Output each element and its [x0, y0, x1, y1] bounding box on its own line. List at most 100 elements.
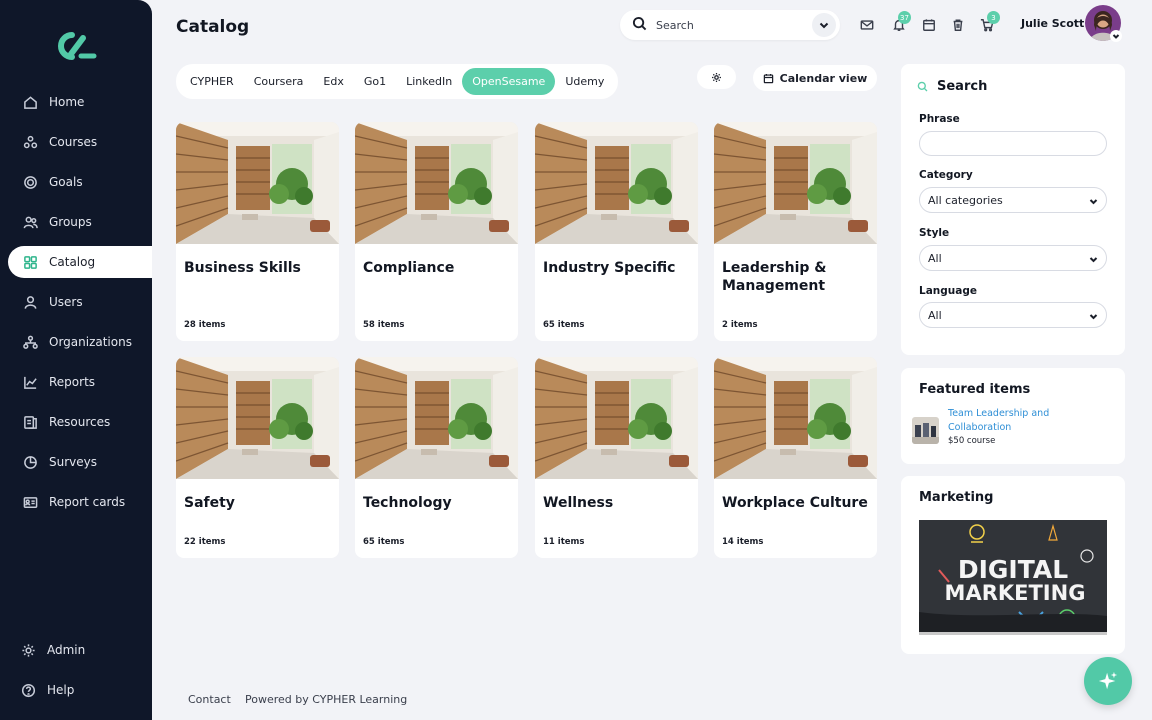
sidebar-item-courses[interactable]: Courses — [8, 126, 152, 158]
category-count: 11 items — [543, 537, 585, 547]
category-title: Industry Specific — [543, 260, 676, 276]
mail-icon[interactable] — [859, 17, 875, 33]
category-count: 22 items — [184, 537, 226, 547]
sidebar-item-reports[interactable]: Reports — [8, 366, 152, 398]
sidebar-item-label: Report cards — [49, 495, 126, 509]
sidebar-item-label: Help — [47, 683, 75, 697]
category-title: Leadership & Management — [722, 260, 827, 294]
chevron-down-icon — [1089, 196, 1098, 205]
category-card-safety[interactable]: Safety 22 items — [176, 357, 339, 558]
tab-cypher[interactable]: CYPHER — [180, 68, 244, 95]
sidebar-item-goals[interactable]: Goals — [8, 166, 152, 198]
courses-icon — [22, 134, 38, 150]
page-title: Catalog — [176, 17, 250, 37]
sidebar-item-help[interactable]: Help — [8, 674, 152, 706]
sidebar-item-surveys[interactable]: Surveys — [8, 446, 152, 478]
sidebar-item-admin[interactable]: Admin — [8, 634, 152, 666]
goals-icon — [22, 174, 38, 190]
organizations-icon — [22, 334, 38, 350]
sidebar-item-report-cards[interactable]: Report cards — [8, 486, 152, 518]
category-card-compliance[interactable]: Compliance 58 items — [355, 122, 518, 341]
tab-edx[interactable]: Edx — [313, 68, 353, 95]
sidebar-item-groups[interactable]: Groups — [8, 206, 152, 238]
trash-icon[interactable] — [950, 17, 966, 33]
gear-icon — [712, 72, 721, 82]
category-count: 65 items — [363, 537, 405, 547]
library-image — [355, 122, 518, 244]
sidebar-item-label: Admin — [47, 643, 86, 657]
report-cards-icon — [22, 494, 38, 510]
search-filters-panel: Search Phrase Category All categories St… — [901, 64, 1125, 355]
category-title: Wellness — [543, 495, 614, 511]
category-select[interactable]: All categories — [919, 187, 1107, 213]
search-icon — [917, 81, 928, 92]
tab-udemy[interactable]: Udemy — [555, 68, 614, 95]
cart-icon[interactable]: 3 — [979, 11, 1000, 33]
library-image — [355, 357, 518, 479]
style-select[interactable]: All — [919, 245, 1107, 271]
library-image — [714, 357, 877, 479]
sidebar: Home Courses Goals Groups Catalog Users … — [0, 0, 152, 720]
calendar-icon[interactable] — [921, 17, 937, 33]
featured-item-link[interactable]: Team Leadership and Collaboration — [948, 407, 1068, 435]
category-count: 14 items — [722, 537, 764, 547]
ai-assistant-button[interactable] — [1084, 657, 1132, 705]
library-image — [176, 357, 339, 479]
chevron-down-icon — [1112, 34, 1120, 39]
image-text-digital: DIGITAL — [958, 555, 1068, 584]
user-name[interactable]: Julie Scott — [1021, 17, 1084, 30]
sidebar-item-home[interactable]: Home — [8, 86, 152, 118]
sidebar-item-resources[interactable]: Resources — [8, 406, 152, 438]
featured-item-thumbnail[interactable] — [912, 417, 939, 444]
sidebar-item-catalog[interactable]: Catalog — [8, 246, 152, 278]
global-search[interactable]: Search — [620, 10, 840, 40]
chevron-down-icon — [1089, 311, 1098, 320]
phrase-input[interactable] — [919, 131, 1107, 156]
scrollbar[interactable] — [1144, 0, 1152, 720]
image-text-marketing: MARKETING — [945, 581, 1086, 605]
tab-go1[interactable]: Go1 — [354, 68, 396, 95]
category-title: Workplace Culture — [722, 495, 868, 511]
category-card-technology[interactable]: Technology 65 items — [355, 357, 518, 558]
library-image — [535, 357, 698, 479]
notifications-icon[interactable]: 37 — [891, 11, 911, 33]
category-title: Safety — [184, 495, 235, 511]
sidebar-item-organizations[interactable]: Organizations — [8, 326, 152, 358]
featured-item-price: $50 course — [948, 436, 996, 446]
search-scope-dropdown[interactable] — [812, 13, 836, 37]
catalog-settings-button[interactable] — [697, 65, 736, 89]
sidebar-item-label: Home — [49, 95, 85, 109]
category-card-business-skills[interactable]: Business Skills 28 items — [176, 122, 339, 341]
tab-linkedin[interactable]: LinkedIn — [396, 68, 462, 95]
footer-powered-by[interactable]: Powered by CYPHER Learning — [245, 693, 407, 706]
tab-opensesame[interactable]: OpenSesame — [462, 68, 556, 95]
category-card-wellness[interactable]: Wellness 11 items — [535, 357, 698, 558]
category-card-workplace-culture[interactable]: Workplace Culture 14 items — [714, 357, 877, 558]
footer-contact-link[interactable]: Contact — [188, 693, 231, 706]
category-select-value: All categories — [928, 193, 1003, 207]
marketing-heading: Marketing — [919, 490, 994, 505]
language-select[interactable]: All — [919, 302, 1107, 328]
sidebar-item-users[interactable]: Users — [8, 286, 152, 318]
user-menu-chevron[interactable] — [1110, 30, 1122, 42]
category-title: Business Skills — [184, 260, 301, 276]
tab-coursera[interactable]: Coursera — [244, 68, 314, 95]
category-card-leadership-management[interactable]: Leadership & Management 2 items — [714, 122, 877, 341]
library-image — [176, 122, 339, 244]
chevron-down-icon — [1089, 254, 1098, 263]
digital-marketing-image[interactable]: DIGITAL MARKETING — [919, 520, 1107, 635]
marketing-panel: Marketing DIGITAL MARKETING — [901, 476, 1125, 654]
calendar-view-button[interactable]: Calendar view — [753, 65, 877, 91]
phrase-label: Phrase — [919, 113, 960, 125]
sidebar-item-label: Courses — [49, 135, 98, 149]
home-icon — [22, 94, 38, 110]
sidebar-nav: Home Courses Goals Groups Catalog Users … — [8, 86, 152, 526]
featured-heading: Featured items — [919, 382, 1031, 397]
category-label: Category — [919, 169, 973, 181]
category-card-industry-specific[interactable]: Industry Specific 65 items — [535, 122, 698, 341]
resources-icon — [22, 414, 38, 430]
cypher-logo[interactable] — [56, 30, 98, 62]
sidebar-bottom-nav: Admin Help — [8, 634, 152, 714]
search-input[interactable]: Search — [656, 19, 812, 32]
notifications-badge: 37 — [898, 11, 911, 24]
